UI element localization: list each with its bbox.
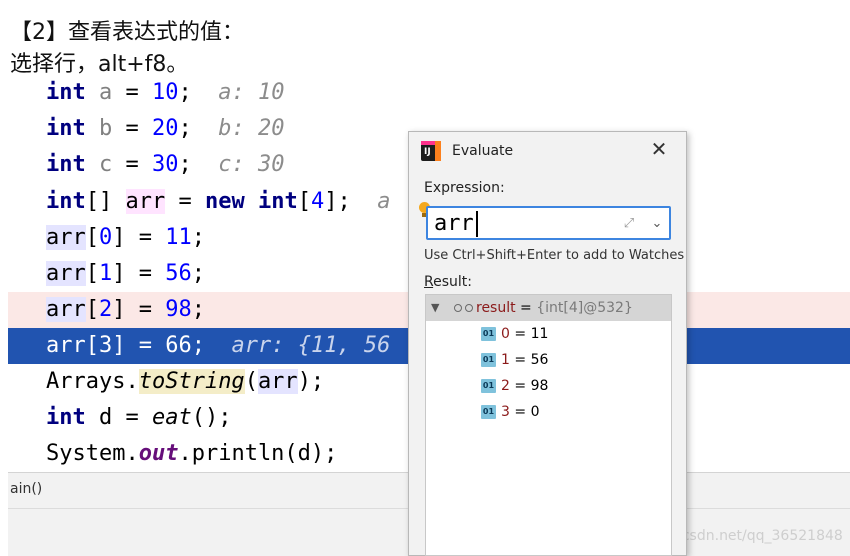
tree-item-row[interactable]: 01 0 = 11 [426, 321, 671, 347]
code-line[interactable]: int a = 10; a: 10 [8, 75, 850, 111]
primitive-value-icon: 01 [481, 353, 496, 367]
tree-item-row[interactable]: 01 2 = 98 [426, 373, 671, 399]
heading-instruction: 选择行，alt+f8。 [10, 52, 189, 77]
inline-value-hint: arr: {11, 56 [204, 333, 391, 358]
evaluate-dialog[interactable]: IJ Evaluate ✕ Expression: ⤢ ⌄ Use Ctrl+S… [408, 131, 687, 556]
primitive-value-icon: 01 [481, 405, 496, 419]
tree-item-row[interactable]: 01 3 = 0 [426, 399, 671, 425]
tree-item-row[interactable]: 01 1 = 56 [426, 347, 671, 373]
primitive-value-icon: 01 [481, 327, 496, 341]
primitive-value-icon: 01 [481, 379, 496, 393]
inline-value-hint: b: 20 [191, 116, 285, 141]
heading-title: 【2】查看表达式的值： [10, 20, 244, 45]
dialog-title: Evaluate [452, 143, 514, 159]
glasses-icon [454, 304, 474, 313]
breadcrumb-method[interactable]: ain() [10, 481, 42, 497]
chevron-down-icon[interactable]: ▼ [431, 295, 445, 321]
close-icon[interactable]: ✕ [648, 138, 670, 160]
expression-input[interactable] [434, 210, 614, 236]
inline-value-hint: c: 30 [191, 152, 285, 177]
expression-label: Expression: [424, 180, 505, 196]
chevron-down-icon[interactable]: ⌄ [648, 215, 666, 233]
intellij-icon: IJ [421, 141, 441, 161]
expand-icon[interactable]: ⤢ [620, 215, 638, 233]
text-caret [476, 211, 478, 237]
result-label: Result: [424, 274, 472, 290]
tree-root-row[interactable]: ▼ result = {int[4]@532} [426, 295, 671, 321]
inline-value-hint: a [350, 189, 391, 214]
result-tree[interactable]: ▼ result = {int[4]@532} 01 0 = 11 01 1 =… [425, 294, 672, 556]
expression-field[interactable]: ⤢ ⌄ [426, 206, 671, 240]
watches-hint: Use Ctrl+Shift+Enter to add to Watches [424, 248, 685, 263]
inline-value-hint: a: 10 [191, 80, 285, 105]
